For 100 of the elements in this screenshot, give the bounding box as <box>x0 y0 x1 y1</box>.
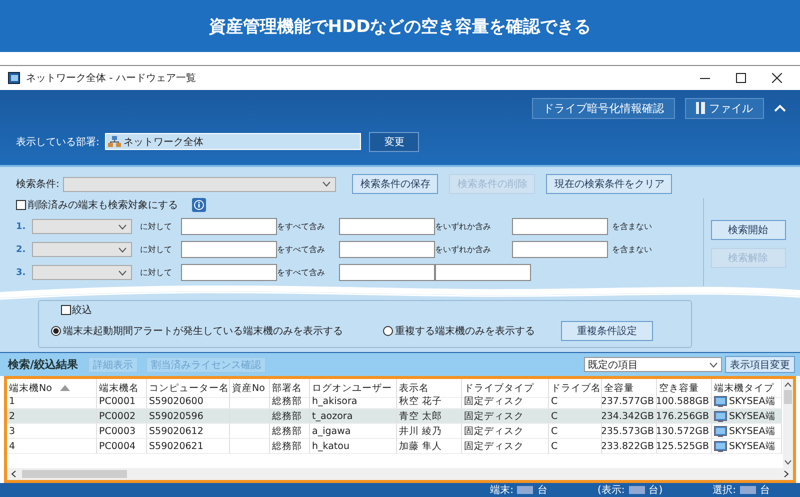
change-columns-button[interactable]: 表示項目変更 <box>725 356 795 374</box>
column-header[interactable]: コンピューター名 <box>147 379 230 398</box>
checkbox[interactable] <box>16 200 26 210</box>
status-label: 端末: <box>490 484 514 497</box>
search-action-button[interactable]: 検索開始 <box>710 220 786 240</box>
column-header[interactable]: 資産No <box>230 379 270 398</box>
app-window-icon <box>8 72 20 84</box>
condition-label: に対して <box>139 221 173 232</box>
table-cell <box>230 424 270 440</box>
header-button[interactable]: ドライブ暗号化情報確認 <box>532 98 675 119</box>
condition-label: を含まない <box>611 244 652 256</box>
table-cell: 加藤 隼人 <box>397 439 462 454</box>
field-select[interactable] <box>32 242 132 258</box>
checkbox-label: 削除済みの端末も検索対象にする <box>28 198 178 212</box>
table-cell: C <box>549 439 602 454</box>
redacted-count <box>740 486 756 494</box>
condition-label: をすべて含み <box>277 267 326 278</box>
search-button[interactable]: 検索条件の保存 <box>352 174 438 194</box>
change-button[interactable]: 変更 <box>369 132 420 152</box>
table-cell: 井川 綾乃 <box>397 424 462 440</box>
column-header-label: ドライブタイプ <box>464 382 534 395</box>
monitor-icon <box>714 396 727 407</box>
duplicate-settings-button[interactable]: 重複条件設定 <box>561 321 653 342</box>
condition-label: をいずれか含み <box>435 244 492 256</box>
column-header[interactable]: 端末機名 <box>97 379 147 398</box>
close-icon <box>772 72 782 83</box>
table-cell: 4 <box>7 439 97 454</box>
scrollbar-thumb[interactable] <box>784 390 792 404</box>
chevron-down-icon <box>709 362 718 368</box>
table-cell: 総務部 <box>270 424 310 440</box>
field-select[interactable] <box>32 265 132 280</box>
table-cell: PC0002 <box>97 409 147 424</box>
text-input[interactable] <box>339 264 435 282</box>
field-select[interactable] <box>32 219 132 234</box>
table-cell: t_aozora <box>310 409 397 424</box>
monitor-icon <box>714 410 727 422</box>
column-header-label: 端末機No <box>9 382 52 395</box>
table-cell: 固定ディスク <box>462 424 549 440</box>
horizontal-scrollbar[interactable] <box>7 468 793 480</box>
scroll-up-icon <box>784 382 792 388</box>
radio-button[interactable] <box>51 326 61 336</box>
status-unit: 台 <box>537 484 548 497</box>
condition-label: をすべて含み <box>277 244 326 256</box>
department-label: 表示している部署: <box>16 136 100 149</box>
condition-label: を含まない <box>611 221 652 232</box>
row-number: 1. <box>16 222 27 232</box>
department-value: ネットワーク全体 <box>123 136 204 149</box>
table-cell: 176.256GB <box>657 409 712 424</box>
status-unit: 台) <box>648 484 663 497</box>
column-header[interactable]: 端末機No <box>7 379 97 398</box>
radio-label: 端末未起動期間アラートが発生している端末機のみを表示する <box>63 324 343 338</box>
column-header-label: ドライブ名 <box>551 382 601 395</box>
scroll-right-icon <box>784 470 789 478</box>
checkbox[interactable] <box>61 305 71 316</box>
text-input[interactable] <box>181 218 277 236</box>
text-input[interactable] <box>339 218 435 236</box>
network-icon <box>108 136 122 148</box>
table-cell: 3 <box>7 424 97 440</box>
book-icon <box>696 102 705 114</box>
text-input[interactable] <box>181 241 277 258</box>
collapse-icon <box>774 104 786 112</box>
column-header[interactable]: 全容量 <box>602 379 657 398</box>
text-input[interactable] <box>339 241 435 258</box>
status-unit: 台 <box>760 484 770 497</box>
radio-button[interactable] <box>383 326 393 336</box>
column-header-label: 端末機タイプ <box>714 382 774 395</box>
vertical-scrollbar[interactable] <box>783 379 793 468</box>
table-cell: SKYSEA端 <box>712 439 782 454</box>
condition-label: をすべて含み <box>277 221 326 232</box>
scroll-down-icon <box>784 460 792 466</box>
header-button[interactable]: ファイル <box>685 98 764 119</box>
chevron-down-icon <box>118 246 127 253</box>
text-input[interactable] <box>512 218 608 236</box>
table-cell: C <box>549 409 602 424</box>
filter-label: 絞込 <box>72 304 92 318</box>
maximize-icon <box>736 72 746 83</box>
table-cell: PC0003 <box>97 424 147 440</box>
text-input[interactable] <box>435 264 531 282</box>
table-cell <box>230 439 270 454</box>
text-input[interactable] <box>181 264 277 282</box>
banner-title: 資産管理機能でHDDなどの空き容量を確認できる <box>208 16 592 38</box>
scrollbar-thumb[interactable] <box>22 470 127 478</box>
column-set-select[interactable]: 既定の項目 <box>584 357 722 372</box>
table-cell: SKYSEA端 <box>712 409 782 424</box>
column-header[interactable]: 空き容量 <box>657 379 712 398</box>
redacted-count <box>517 486 534 494</box>
search-button[interactable]: 現在の検索条件をクリア <box>546 174 672 194</box>
status-label: 選択: <box>712 484 736 497</box>
table-cell: S59020612 <box>147 424 230 440</box>
text-input[interactable] <box>512 241 608 258</box>
condition-label: に対して <box>139 267 173 278</box>
column-header-label: 端末機名 <box>99 382 139 395</box>
search-condition-select[interactable] <box>63 176 336 192</box>
redacted-count <box>628 486 645 494</box>
table-cell: a_igawa <box>310 424 397 440</box>
column-header[interactable]: ドライブ名 <box>549 379 602 398</box>
column-header-label: 表示名 <box>399 382 429 395</box>
row-number: 2. <box>16 244 27 255</box>
info-icon <box>192 198 206 212</box>
chevron-down-icon <box>118 224 127 230</box>
